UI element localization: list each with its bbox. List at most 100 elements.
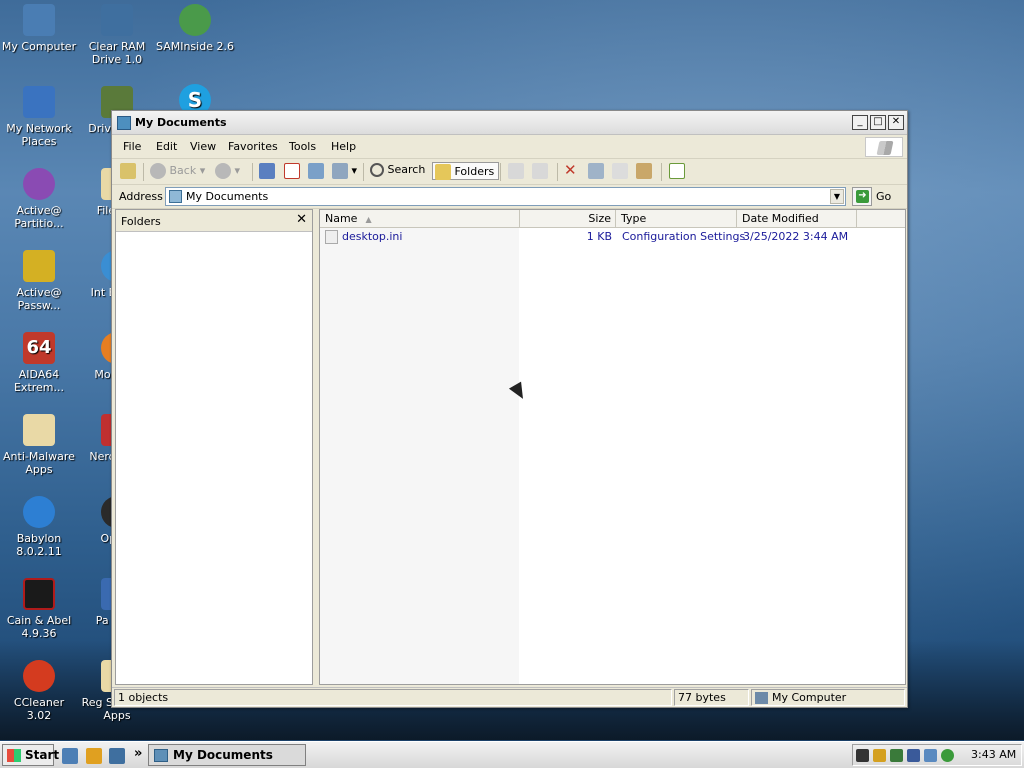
file-row[interactable]: desktop.ini 1 KB Configuration Settings …: [320, 229, 905, 245]
folders-pane-close-icon[interactable]: ✕: [296, 212, 307, 227]
quicklaunch-more-icon[interactable]: »: [134, 746, 142, 761]
desktop-icon-ccleaner[interactable]: CCleaner 3.02: [0, 660, 78, 722]
folders-pane[interactable]: Folders ✕: [115, 209, 313, 685]
clock[interactable]: 3:43 AM: [971, 748, 1016, 761]
file-size-cell: 1 KB: [586, 230, 612, 243]
desktop-icon-clear-ram[interactable]: Clear RAM Drive 1.0: [78, 4, 156, 66]
properties-check-icon: [669, 163, 685, 179]
move-to-button[interactable]: [508, 163, 524, 181]
status-location: My Computer: [751, 689, 905, 706]
column-header-row: Name ▲ Size Type Date Modified: [320, 210, 905, 228]
address-input[interactable]: My Documents ▼: [165, 187, 846, 206]
tools-tray-icon[interactable]: [873, 749, 886, 762]
delete-x-button[interactable]: ✕: [564, 161, 577, 179]
xy-app-icon[interactable]: [86, 748, 102, 764]
toolbar-separator: [661, 163, 662, 181]
desktop-icon-my-computer[interactable]: My Computer: [0, 4, 78, 53]
column-size[interactable]: Size: [520, 210, 616, 228]
go-label[interactable]: Go: [876, 190, 891, 203]
taskbar-item-my-documents[interactable]: My Documents: [148, 744, 306, 766]
undo-icon: [259, 163, 275, 179]
desktop-icon-active-partition[interactable]: Active@ Partitio...: [0, 168, 78, 230]
menu-edit[interactable]: Edit: [156, 140, 177, 153]
minimize-button[interactable]: _: [852, 115, 868, 130]
delete-icon: [284, 163, 300, 179]
menu-file[interactable]: File: [123, 140, 141, 153]
copy-button[interactable]: [612, 163, 628, 181]
security-tray-icon[interactable]: [941, 749, 954, 762]
delete-button[interactable]: [284, 163, 300, 181]
desktop-icon-active-password[interactable]: Active@ Passw...: [0, 250, 78, 312]
file-name-cell: desktop.ini: [325, 230, 402, 244]
network-tray-icon[interactable]: [924, 749, 937, 762]
file-list[interactable]: Name ▲ Size Type Date Modified desktop.in…: [319, 209, 906, 685]
folders-pane-title: Folders: [121, 215, 161, 228]
folders-button[interactable]: Folders: [432, 162, 500, 180]
refresh-icon: [308, 163, 324, 179]
display-tray-icon[interactable]: [890, 749, 903, 762]
windows-flag-icon: [7, 749, 21, 762]
ini-file-icon: [325, 230, 338, 244]
show-desktop-icon[interactable]: [62, 748, 78, 764]
folder-apps-icon: [23, 414, 55, 446]
status-bar: 1 objects 77 bytes My Computer: [112, 687, 907, 707]
refresh-button[interactable]: [308, 163, 324, 181]
address-value: My Documents: [186, 190, 269, 203]
back-arrow-icon: [150, 163, 166, 179]
cut-button[interactable]: [588, 163, 604, 181]
search-button[interactable]: Search: [370, 163, 425, 181]
column-type[interactable]: Type: [616, 210, 737, 228]
copy-to-button[interactable]: [532, 163, 548, 181]
my-documents-task-icon: [154, 749, 168, 762]
clear-ram-icon: [101, 4, 133, 36]
start-button[interactable]: Start: [2, 744, 59, 766]
desktop-icon-network-places[interactable]: My Network Places: [0, 86, 78, 148]
column-name[interactable]: Name ▲: [320, 210, 520, 228]
folders-icon: [435, 164, 451, 180]
usb-tray-icon[interactable]: [907, 749, 920, 762]
address-dropdown-icon[interactable]: ▼: [830, 189, 844, 204]
toolbar-separator: [557, 163, 558, 181]
title-bar[interactable]: My Documents _ □ ✕: [112, 111, 907, 135]
desktop-icon-cain-abel[interactable]: Cain & Abel 4.9.36: [0, 578, 78, 640]
toolbar: Back ▾ ▾ ▾ Search Folders ✕: [112, 159, 907, 185]
aida64-icon: 64: [23, 332, 55, 364]
maximize-button[interactable]: □: [870, 115, 886, 130]
paste-button[interactable]: [636, 163, 652, 181]
my-documents-icon: [169, 190, 182, 203]
address-bar: Address My Documents ▼ ➜ Go: [112, 185, 907, 209]
window-title: My Documents: [135, 116, 227, 129]
desktop-icon-saminside[interactable]: SAMInside 2.6: [156, 4, 234, 53]
monitor-tray-icon[interactable]: [856, 749, 869, 762]
network-places-icon: [23, 86, 55, 118]
menu-tools[interactable]: Tools: [289, 140, 316, 153]
move-to-icon: [508, 163, 524, 179]
sort-ascending-icon: ▲: [365, 215, 372, 224]
ccleaner-icon: [23, 660, 55, 692]
sorted-column-shade: [320, 228, 519, 684]
undo-button[interactable]: [259, 163, 275, 181]
babylon-icon: [23, 496, 55, 528]
views-button[interactable]: ▾: [332, 163, 357, 181]
partition-icon: [23, 168, 55, 200]
forward-button[interactable]: ▾: [215, 163, 240, 181]
explorer-window[interactable]: My Documents _ □ ✕ File Edit View Favori…: [111, 110, 908, 708]
my-computer-icon: [23, 4, 55, 36]
desktop-icon-aida64[interactable]: 64 AIDA64 Extrem...: [0, 332, 78, 394]
up-folder-button[interactable]: [120, 163, 136, 181]
go-button[interactable]: ➜: [852, 187, 872, 206]
clear-ram-quicklaunch-icon[interactable]: [109, 748, 125, 764]
desktop-icon-anti-malware[interactable]: Anti-Malware Apps: [0, 414, 78, 476]
toolbar-separator: [500, 163, 501, 181]
properties-button[interactable]: [669, 163, 685, 181]
menu-view[interactable]: View: [190, 140, 216, 153]
menu-help[interactable]: Help: [331, 140, 356, 153]
views-icon: [332, 163, 348, 179]
menu-bar: File Edit View Favorites Tools Help: [112, 135, 907, 159]
back-button[interactable]: Back ▾: [150, 163, 205, 181]
desktop-icon-babylon[interactable]: Babylon 8.0.2.11: [0, 496, 78, 558]
close-button[interactable]: ✕: [888, 115, 904, 130]
status-size: 77 bytes: [674, 689, 749, 706]
menu-favorites[interactable]: Favorites: [228, 140, 278, 153]
column-date-modified[interactable]: Date Modified: [737, 210, 857, 228]
